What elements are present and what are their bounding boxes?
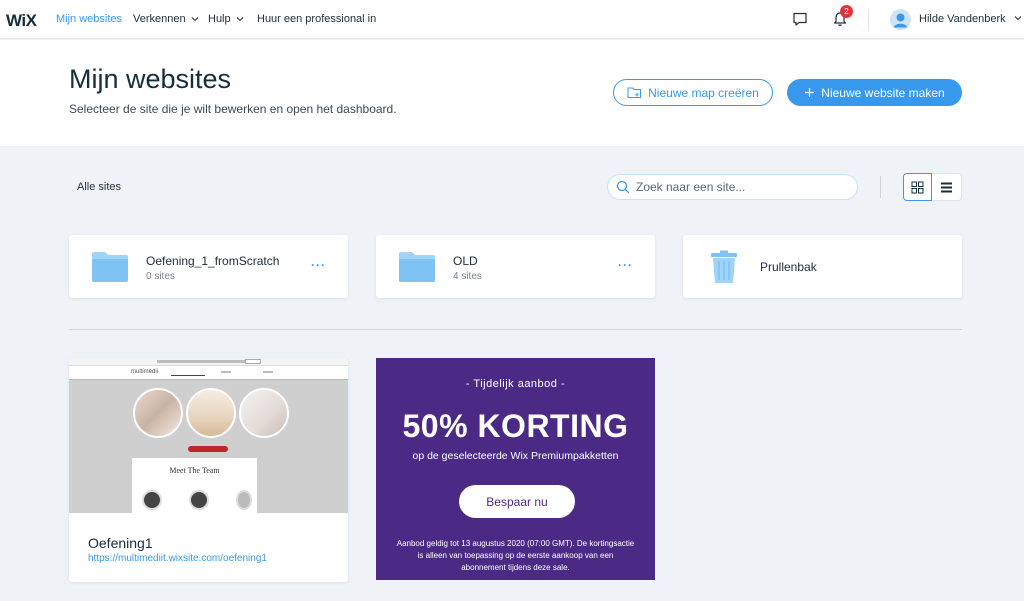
trash-name: Prullenbak [760,260,817,274]
promo-banner: - Tijdelijk aanbod - 50% KORTING op de g… [376,358,655,580]
page-header: Mijn websites Selecteer de site die je w… [0,40,1024,146]
user-avatar-icon [890,9,911,30]
wix-logo[interactable]: WiX [6,11,37,31]
search-icon [616,180,630,194]
more-options-icon[interactable]: ··· [618,258,633,272]
site-name[interactable]: Oefening1 [88,535,153,551]
chevron-down-icon [1014,16,1022,21]
site-thumbnail[interactable]: multimedii Meet The Team [69,358,348,513]
trash-card[interactable]: Prullenbak [683,235,962,298]
chevron-down-icon [236,17,243,22]
avatar[interactable] [890,9,911,30]
nav-mijn-websites[interactable]: Mijn websites [56,13,122,25]
nav-hulp[interactable]: Hulp [208,13,244,25]
section-divider [69,329,962,330]
folder-name: Oefening_1_fromScratch [146,254,280,268]
thumbnail-heading: Meet The Team [169,466,220,475]
folder-card[interactable]: OLD 4 sites ··· [376,235,655,298]
site-url-link[interactable]: https://multimediit.wixsite.com/oefening… [88,553,267,564]
folder-icon [92,252,128,282]
thumbnail-logo: multimedii [131,369,159,375]
nav-huur-professional[interactable]: Huur een professional in [257,13,376,25]
folder-count: 4 sites [453,271,482,282]
more-options-icon[interactable]: ··· [311,258,326,272]
search-input[interactable] [636,180,846,194]
grid-icon [911,181,924,193]
user-name-menu[interactable]: Hilde Vandenberk [919,13,1022,25]
chat-icon[interactable] [791,10,809,28]
site-card[interactable]: multimedii Meet The Team Oefening1 https… [69,358,348,582]
list-icon [941,182,952,192]
nav-verkennen[interactable]: Verkennen [133,13,199,25]
folder-count: 0 sites [146,271,175,282]
search-box[interactable] [607,174,858,200]
nav-divider [868,9,869,31]
new-folder-button[interactable]: Nieuwe map creëren [613,79,773,106]
all-sites-filter[interactable]: Alle sites [77,181,121,193]
top-navigation: WiX Mijn websites Verkennen Hulp Huur ee… [0,0,1024,39]
folder-icon [399,252,435,282]
promo-label: - Tijdelijk aanbod - [465,378,566,390]
notification-badge: 2 [840,5,853,18]
folder-name: OLD [453,254,478,268]
toolbar-divider [880,176,881,198]
list-view-button[interactable] [932,173,962,201]
page-title: Mijn websites [69,64,232,94]
promo-fine-print: Aanbod geldig tot 13 augustus 2020 (07:0… [396,539,635,572]
save-now-button[interactable]: Bespaar nu [459,485,575,518]
promo-title: 50% KORTING [402,408,629,444]
folder-card[interactable]: Oefening_1_fromScratch 0 sites ··· [69,235,348,298]
new-website-button[interactable]: Nieuwe website maken [787,79,962,106]
chevron-down-icon [191,17,198,22]
grid-view-button[interactable] [903,173,932,201]
promo-subtitle: op de geselecteerde Wix Premiumpakketten [412,450,619,462]
plus-icon [805,88,815,97]
folder-add-icon [627,87,642,98]
page-subtitle: Selecteer de site die je wilt bewerken e… [69,102,397,116]
trash-icon [711,250,737,283]
